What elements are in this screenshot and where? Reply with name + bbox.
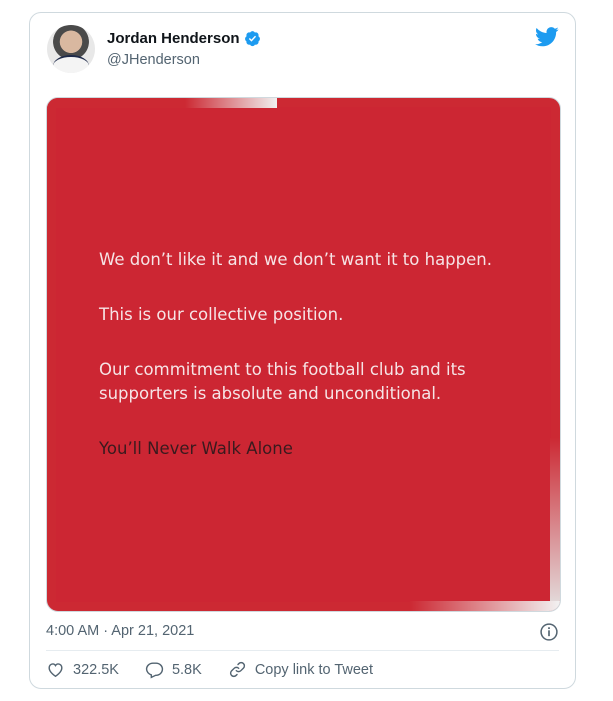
statement-text: We don’t like it and we don’t want it to… [99, 248, 539, 492]
tweet-card: Jordan Henderson @JHenderson We don’t li… [29, 12, 576, 689]
tweet-timestamp[interactable]: 4:00 AM · Apr 21, 2021 [46, 623, 194, 639]
image-edge-highlight [550, 438, 560, 611]
like-count: 322.5K [73, 661, 119, 678]
heart-icon [48, 663, 63, 678]
statement-line: This is our collective position. [99, 305, 344, 324]
statement-line: Our commitment to this football club and… [99, 360, 466, 403]
author-name[interactable]: Jordan Henderson [107, 30, 240, 47]
divider [46, 650, 559, 651]
avatar[interactable] [47, 25, 95, 73]
reply-icon [145, 662, 164, 679]
reply-count: 5.8K [171, 661, 202, 678]
copy-link-label: Copy link to Tweet [254, 661, 374, 678]
verified-badge-icon [244, 31, 260, 47]
like-button[interactable]: 322.5K [46, 660, 119, 679]
twitter-bird-icon[interactable] [535, 27, 559, 47]
statement-closing: You’ll Never Walk Alone [99, 439, 293, 458]
image-edge-highlight [410, 601, 560, 611]
info-icon[interactable] [539, 622, 559, 642]
copy-link-button[interactable]: Copy link to Tweet [228, 660, 373, 679]
statement-line: We don’t like it and we don’t want it to… [99, 250, 492, 269]
image-edge-highlight [47, 98, 277, 108]
author-name-row[interactable]: Jordan Henderson [107, 30, 261, 47]
author-handle[interactable]: @JHenderson [107, 52, 200, 68]
link-icon [229, 661, 245, 678]
reply-button[interactable]: 5.8K [145, 660, 202, 679]
tweet-actions: 322.5K 5.8K Copy link to Tweet [46, 660, 399, 679]
statement-image[interactable]: We don’t like it and we don’t want it to… [46, 97, 561, 612]
